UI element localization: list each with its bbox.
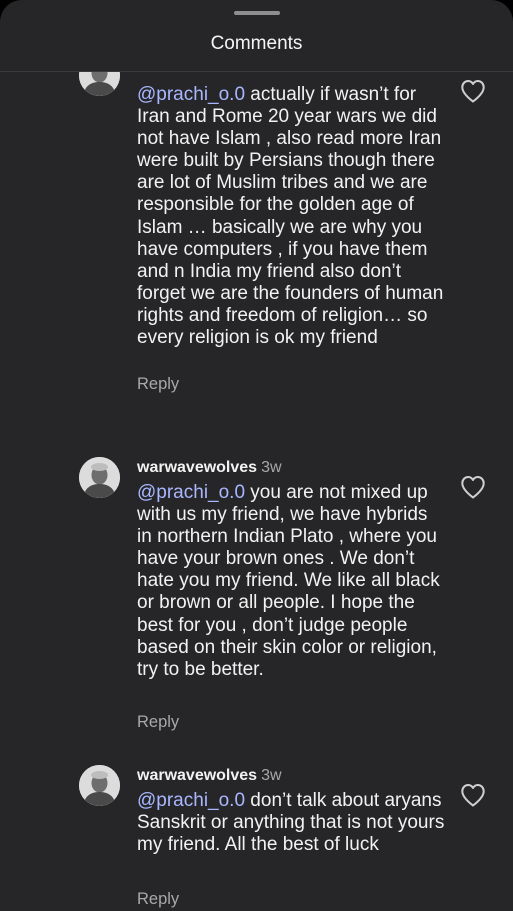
avatar[interactable] bbox=[79, 457, 120, 498]
reply-button[interactable]: Reply bbox=[137, 889, 179, 909]
reply-button[interactable]: Reply bbox=[137, 374, 179, 394]
heart-outline-icon bbox=[461, 476, 485, 499]
avatar[interactable] bbox=[79, 765, 120, 806]
comment-meta: warwavewolves 3w bbox=[137, 457, 282, 479]
heart-outline-icon bbox=[461, 80, 485, 103]
timestamp: 3w bbox=[261, 767, 282, 784]
mention-link[interactable]: @prachi_o.0 bbox=[137, 84, 245, 105]
comment-meta: warwavewolves 3w bbox=[137, 765, 282, 787]
like-button[interactable] bbox=[458, 77, 488, 105]
comment-text: @prachi_o.0 don’t talk about aryans Sans… bbox=[137, 790, 447, 856]
comment-text: @prachi_o.0 you are not mixed up with us… bbox=[137, 482, 447, 681]
heart-outline-icon bbox=[461, 784, 485, 807]
like-button[interactable] bbox=[458, 781, 488, 809]
sheet-header: Comments bbox=[0, 0, 513, 72]
username[interactable]: warwavewolves bbox=[137, 459, 257, 476]
comments-sheet: Comments @prachi_o.0 actually if wasn’t … bbox=[0, 0, 513, 911]
comment-message: you are not mixed up with us my friend, … bbox=[137, 482, 440, 680]
mention-link[interactable]: @prachi_o.0 bbox=[137, 790, 245, 811]
sheet-title: Comments bbox=[210, 33, 303, 54]
comment-text: @prachi_o.0 actually if wasn’t for Iran … bbox=[137, 84, 447, 349]
reply-button[interactable]: Reply bbox=[137, 712, 179, 732]
timestamp: 3w bbox=[261, 459, 282, 476]
comments-list[interactable]: @prachi_o.0 actually if wasn’t for Iran … bbox=[0, 72, 513, 911]
like-button[interactable] bbox=[458, 473, 488, 501]
avatar[interactable] bbox=[79, 72, 120, 96]
mention-link[interactable]: @prachi_o.0 bbox=[137, 482, 245, 503]
comment-message: actually if wasn’t for Iran and Rome 20 … bbox=[137, 84, 444, 349]
username[interactable]: warwavewolves bbox=[137, 767, 257, 784]
